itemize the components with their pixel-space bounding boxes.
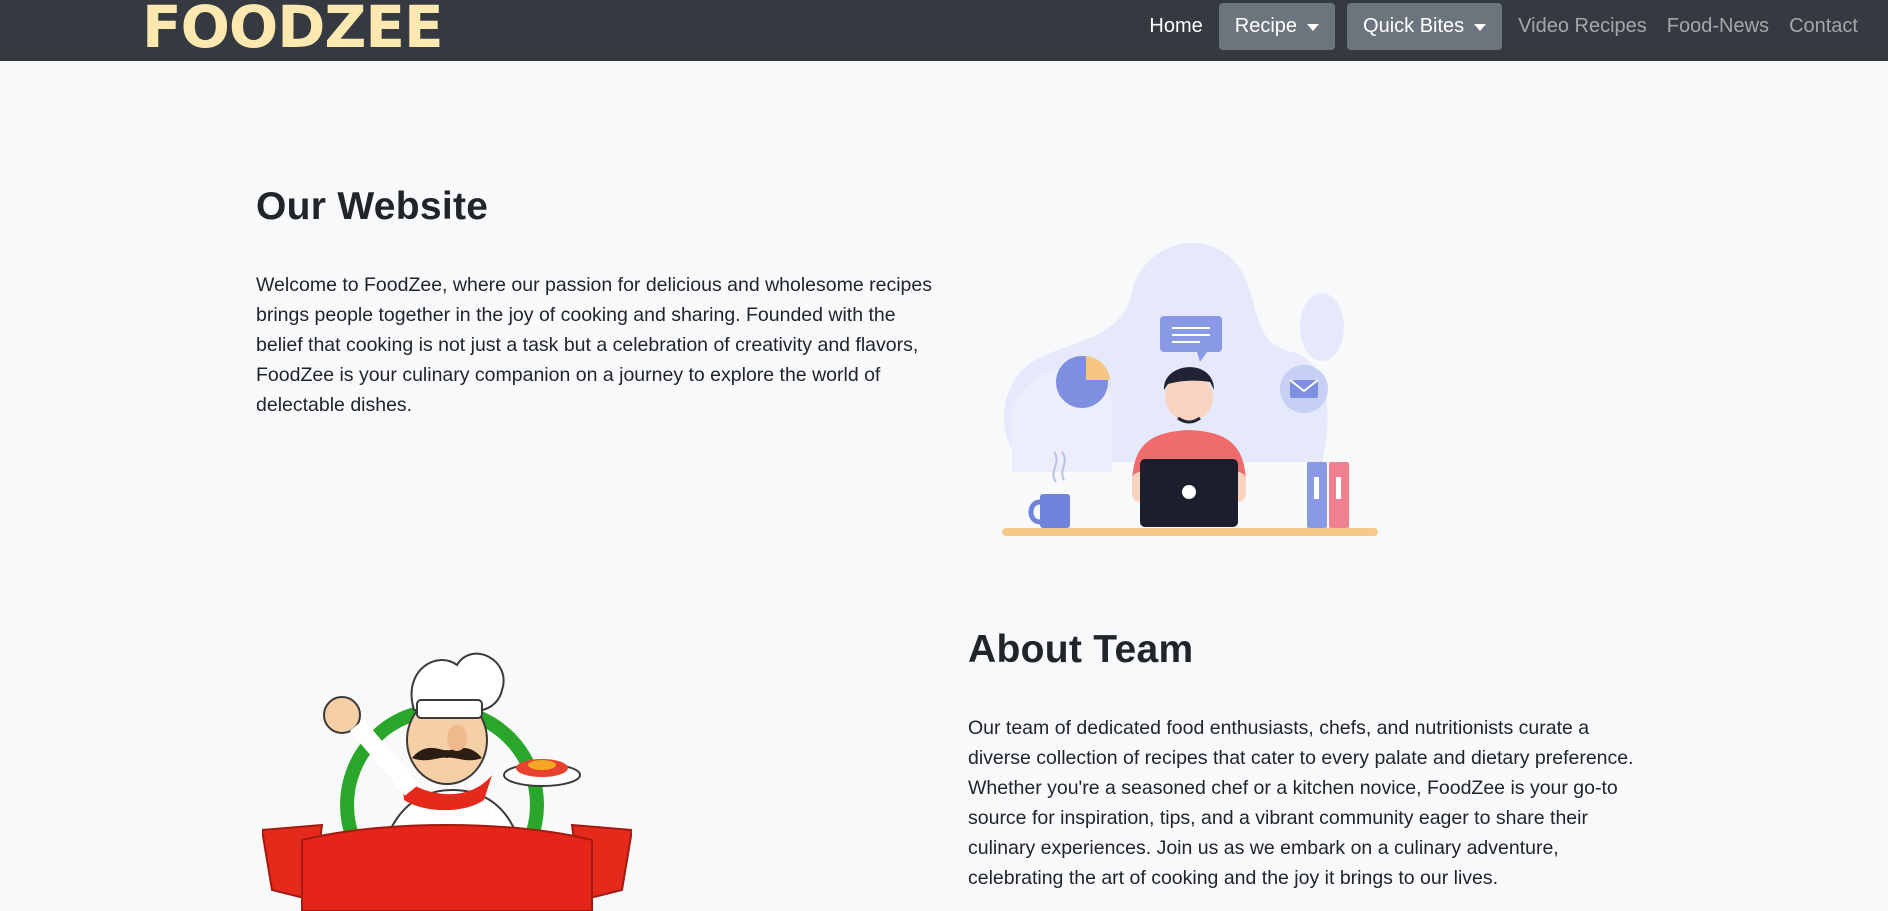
brand-logo[interactable]: FOODZEE (142, 0, 444, 56)
navbar: FOODZEE Home Recipe Quick Bites Video Re… (0, 0, 1888, 61)
caret-down-icon (1307, 23, 1320, 31)
nav-recipe-dropdown[interactable]: Recipe (1218, 2, 1336, 50)
nav-contact[interactable]: Contact (1779, 15, 1868, 38)
our-website-text: Welcome to FoodZee, where our passion fo… (256, 274, 932, 416)
about-team-heading: About Team (968, 628, 1194, 671)
nav-quick-bites-label: Quick Bites (1363, 14, 1465, 37)
chef-illustration (262, 652, 632, 911)
nav-recipe-label: Recipe (1234, 14, 1298, 37)
nav-links: Home Recipe Quick Bites Video Recipes Fo… (1139, 0, 1868, 52)
our-website-heading: Our Website (256, 185, 489, 228)
nav-video-recipes[interactable]: Video Recipes (1508, 15, 1657, 38)
nav-home[interactable]: Home (1139, 15, 1212, 38)
about-team-text: Our team of dedicated food enthusiasts, … (968, 717, 1634, 889)
nav-food-news[interactable]: Food-News (1657, 15, 1779, 38)
person-working-illustration (1002, 243, 1378, 536)
caret-down-icon (1474, 23, 1487, 31)
nav-quick-bites-dropdown[interactable]: Quick Bites (1347, 2, 1503, 50)
